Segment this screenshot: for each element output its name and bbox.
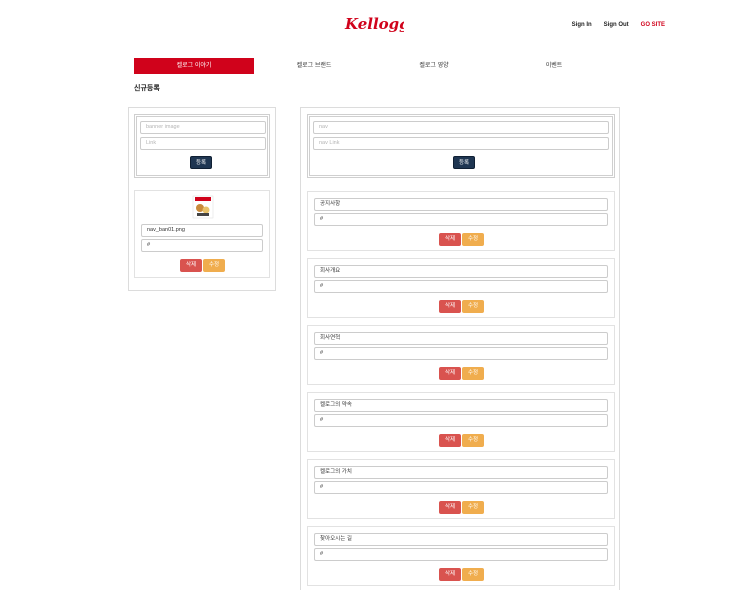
nav-item-link[interactable]: # — [314, 347, 608, 360]
category-tabs: 켈로그 이야기 켈로그 브랜드 켈로그 영양 이벤트 — [134, 58, 614, 74]
edit-button[interactable]: 수정 — [462, 434, 484, 447]
nav-item-name[interactable]: 찾아오시는 길 — [314, 533, 608, 546]
page-title: 신규등록 — [134, 85, 160, 92]
nav-name-input[interactable]: nav — [313, 121, 609, 134]
banner-register-form: banner image Link 등록 — [134, 114, 270, 178]
nav-item-link[interactable]: # — [314, 280, 608, 293]
nav-item: 켈로그의 가치 # 삭제 수정 — [307, 459, 615, 519]
nav-submit-button[interactable]: 등록 — [453, 156, 475, 169]
nav-item-name[interactable]: 회사연혁 — [314, 332, 608, 345]
go-site-link[interactable]: GO SITE — [641, 22, 665, 28]
banner-image-input[interactable]: banner image — [140, 121, 266, 134]
nav-item-name[interactable]: 회사개요 — [314, 265, 608, 278]
banner-panel: banner image Link 등록 nav_ban01.png # 삭제 … — [128, 107, 276, 291]
svg-text:Kellogg's: Kellogg's — [344, 15, 404, 33]
nav-item-link[interactable]: # — [314, 548, 608, 561]
edit-button[interactable]: 수정 — [203, 259, 225, 272]
edit-button[interactable]: 수정 — [462, 233, 484, 246]
delete-button[interactable]: 삭제 — [439, 367, 461, 380]
nav-item-name[interactable]: 켈로그의 가치 — [314, 466, 608, 479]
nav-link-input[interactable]: nav Link — [313, 137, 609, 150]
nav-item: 공지사항 # 삭제 수정 — [307, 191, 615, 251]
sign-in-link[interactable]: Sign In — [572, 22, 592, 28]
cereal-box-icon — [192, 195, 214, 219]
nav-item: 찾아오시는 길 # 삭제 수정 — [307, 526, 615, 586]
kelloggs-logo[interactable]: Kellogg's — [344, 12, 404, 36]
nav-register-form: nav nav Link 등록 — [307, 114, 615, 178]
delete-button[interactable]: 삭제 — [439, 501, 461, 514]
tab-kelloggs-story[interactable]: 켈로그 이야기 — [134, 58, 254, 74]
kelloggs-logo-icon: Kellogg's — [344, 15, 404, 33]
banner-submit-button[interactable]: 등록 — [190, 156, 212, 169]
delete-button[interactable]: 삭제 — [439, 233, 461, 246]
tab-kelloggs-brand[interactable]: 켈로그 브랜드 — [254, 58, 374, 74]
banner-link-input[interactable]: Link — [140, 137, 266, 150]
tab-event[interactable]: 이벤트 — [494, 58, 614, 74]
edit-button[interactable]: 수정 — [462, 367, 484, 380]
banner-image-value[interactable]: nav_ban01.png — [141, 224, 263, 237]
delete-button[interactable]: 삭제 — [180, 259, 202, 272]
edit-button[interactable]: 수정 — [462, 501, 484, 514]
banner-item: nav_ban01.png # 삭제 수정 — [134, 190, 270, 278]
delete-button[interactable]: 삭제 — [439, 568, 461, 581]
nav-item: 회사연혁 # 삭제 수정 — [307, 325, 615, 385]
delete-button[interactable]: 삭제 — [439, 300, 461, 313]
banner-thumbnail — [192, 195, 214, 219]
nav-item-link[interactable]: # — [314, 213, 608, 226]
nav-item-link[interactable]: # — [314, 481, 608, 494]
top-nav: Sign In Sign Out GO SITE — [560, 22, 665, 28]
nav-item-name[interactable]: 켈로그의 약속 — [314, 399, 608, 412]
tab-kelloggs-nutrition[interactable]: 켈로그 영양 — [374, 58, 494, 74]
edit-button[interactable]: 수정 — [462, 568, 484, 581]
nav-item: 회사개요 # 삭제 수정 — [307, 258, 615, 318]
banner-link-value[interactable]: # — [141, 239, 263, 252]
nav-item-name[interactable]: 공지사항 — [314, 198, 608, 211]
delete-button[interactable]: 삭제 — [439, 434, 461, 447]
nav-item-link[interactable]: # — [314, 414, 608, 427]
edit-button[interactable]: 수정 — [462, 300, 484, 313]
nav-item: 켈로그의 약속 # 삭제 수정 — [307, 392, 615, 452]
sign-out-link[interactable]: Sign Out — [604, 22, 629, 28]
nav-panel: nav nav Link 등록 공지사항 # 삭제 수정 회사개요 # 삭제 수… — [300, 107, 620, 590]
